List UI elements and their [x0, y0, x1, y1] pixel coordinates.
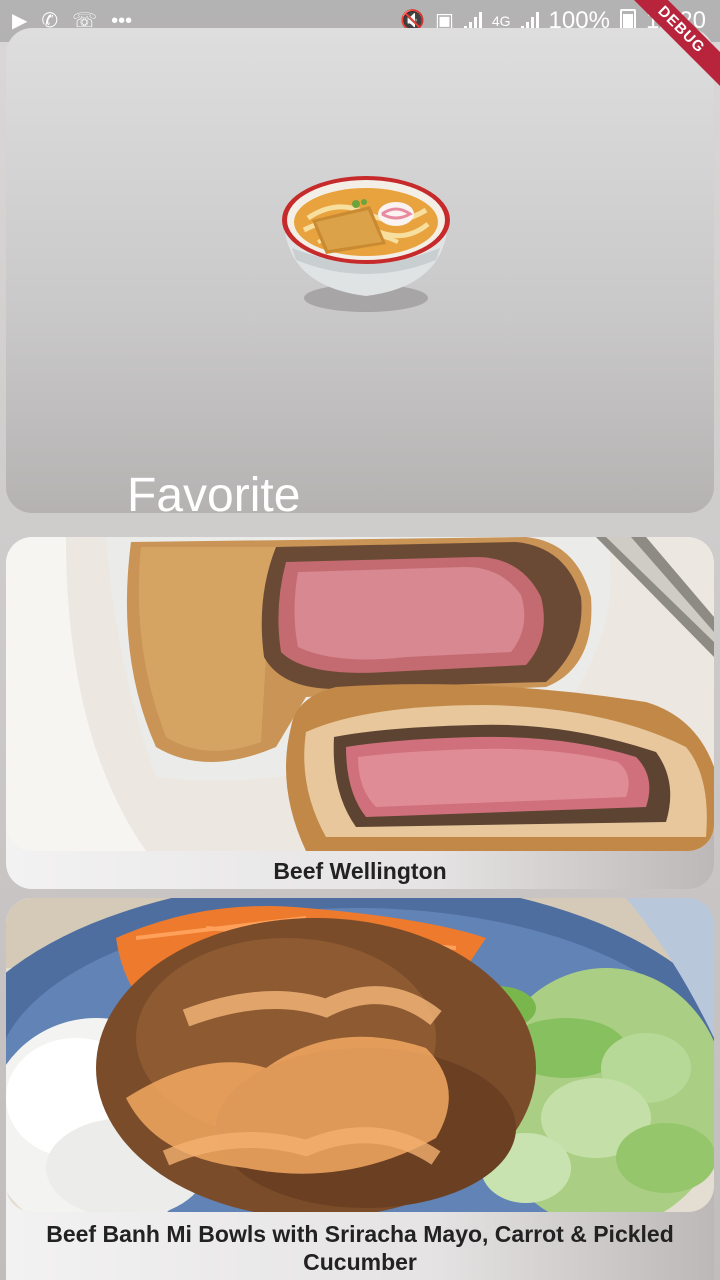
beef-wellington-photo — [6, 537, 714, 851]
network-type: 4G — [491, 13, 511, 29]
recipe-card[interactable]: Beef Banh Mi Bowls with Sriracha Mayo, C… — [6, 898, 714, 1280]
favorite-label: Favorite — [127, 469, 301, 513]
banh-mi-bowl-photo — [6, 898, 714, 1212]
favorite-card[interactable]: Favorite — [6, 28, 714, 513]
recipe-card[interactable]: Beef Wellington — [6, 537, 714, 889]
recipe-title: Beef Banh Mi Bowls with Sriracha Mayo, C… — [46, 1221, 674, 1275]
recipe-title: Beef Wellington — [273, 858, 447, 884]
noodle-bowl-icon — [282, 176, 450, 312]
